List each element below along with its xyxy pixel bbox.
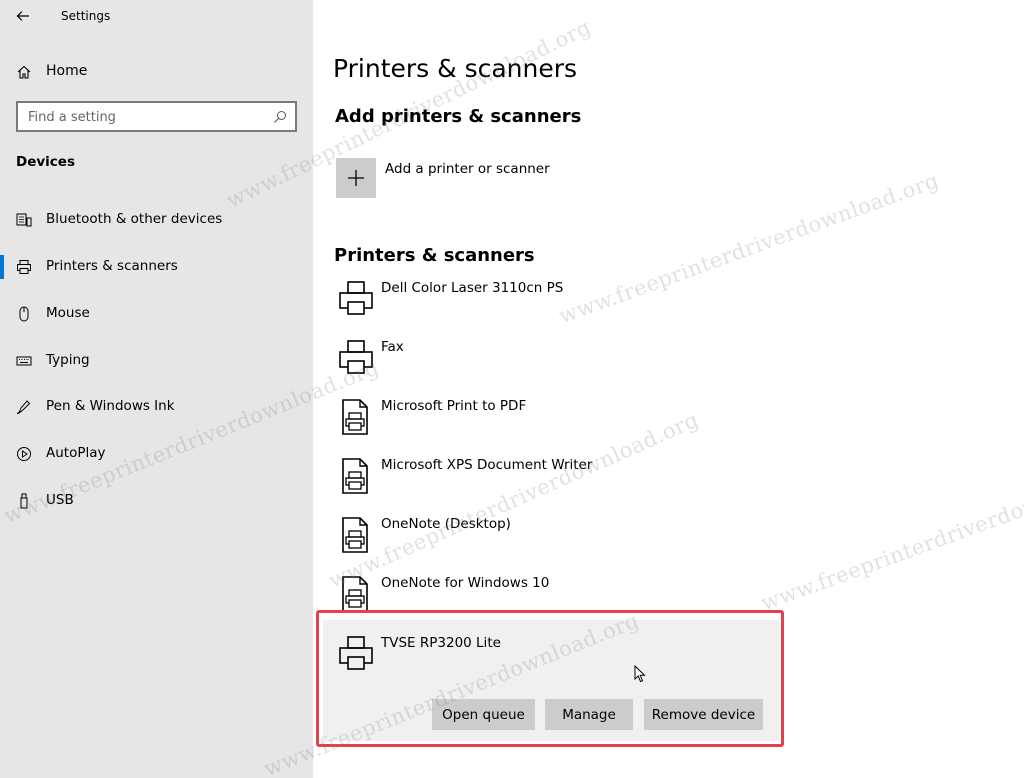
document-printer-icon: [342, 576, 368, 612]
title-bar: Settings: [0, 0, 313, 32]
sidebar-item-autoplay[interactable]: AutoPlay: [0, 436, 313, 472]
printer-name: Fax: [381, 339, 404, 355]
page-title: Printers & scanners: [333, 54, 578, 83]
printer-icon: [17, 260, 31, 274]
printer-icon: [339, 636, 373, 670]
printer-icon: [339, 281, 373, 315]
document-printer-icon: [342, 399, 368, 435]
add-tile[interactable]: [336, 158, 376, 198]
section-heading-devices: Devices: [16, 154, 75, 170]
home-icon: [17, 65, 31, 79]
remove-device-button[interactable]: Remove device: [644, 699, 763, 730]
printer-name: OneNote for Windows 10: [381, 575, 550, 591]
printer-item[interactable]: Microsoft XPS Document Writer: [334, 457, 774, 507]
sidebar-item-label: USB: [46, 492, 74, 508]
bluetooth-devices-icon: [16, 213, 32, 227]
sidebar-item-typing[interactable]: Typing: [0, 343, 313, 379]
sidebar-item-home[interactable]: Home: [0, 56, 313, 88]
sidebar-item-bluetooth[interactable]: Bluetooth & other devices: [0, 202, 313, 238]
search-input[interactable]: [28, 108, 263, 126]
printer-item[interactable]: Dell Color Laser 3110cn PS: [334, 280, 774, 330]
printer-item-selected[interactable]: TVSE RP3200 Lite: [334, 635, 774, 685]
printer-name: Dell Color Laser 3110cn PS: [381, 280, 564, 296]
add-printer-label: Add a printer or scanner: [385, 161, 550, 177]
sidebar-item-label: Bluetooth & other devices: [46, 211, 223, 227]
add-section-title: Add printers & scanners: [335, 106, 582, 127]
pen-icon: [16, 400, 31, 415]
sidebar-item-label: Pen & Windows Ink: [46, 398, 175, 414]
printer-item[interactable]: Fax: [334, 339, 774, 389]
sidebar-item-label: Mouse: [46, 305, 90, 321]
sidebar-item-printers-scanners[interactable]: Printers & scanners: [0, 249, 313, 285]
printer-name: Microsoft Print to PDF: [381, 398, 527, 414]
sidebar-item-label: Printers & scanners: [46, 258, 178, 274]
mouse-icon: [19, 306, 29, 322]
printer-item[interactable]: OneNote (Desktop): [334, 516, 774, 566]
selection-indicator: [0, 255, 4, 279]
sidebar-item-mouse[interactable]: Mouse: [0, 296, 313, 332]
document-printer-icon: [342, 458, 368, 494]
printer-item[interactable]: Microsoft Print to PDF: [334, 398, 774, 448]
plus-icon: [348, 170, 364, 186]
back-arrow-icon: [16, 11, 29, 21]
autoplay-icon: [17, 447, 31, 461]
printers-list-title: Printers & scanners: [334, 245, 535, 266]
main-content: Printers & scanners Add printers & scann…: [313, 0, 1024, 778]
sidebar-item-label: Home: [46, 63, 88, 79]
printer-name: TVSE RP3200 Lite: [381, 635, 501, 651]
search-box[interactable]: [16, 101, 297, 132]
mouse-cursor-icon: [634, 665, 646, 683]
printer-item[interactable]: OneNote for Windows 10: [334, 575, 774, 625]
app-title: Settings: [61, 9, 111, 23]
usb-icon: [20, 493, 28, 509]
printer-icon: [339, 340, 373, 374]
sidebar-item-pen-ink[interactable]: Pen & Windows Ink: [0, 389, 313, 425]
sidebar: Settings Home Devices Bluetooth & other …: [0, 0, 313, 778]
open-queue-button[interactable]: Open queue: [432, 699, 535, 730]
printer-name: OneNote (Desktop): [381, 516, 511, 532]
sidebar-item-usb[interactable]: USB: [0, 483, 313, 519]
manage-button[interactable]: Manage: [545, 699, 633, 730]
add-printer-button[interactable]: Add a printer or scanner: [336, 158, 636, 198]
sidebar-item-label: Typing: [46, 352, 90, 368]
search-icon[interactable]: [273, 110, 287, 124]
printer-name: Microsoft XPS Document Writer: [381, 457, 593, 473]
sidebar-item-label: AutoPlay: [46, 445, 106, 461]
back-button[interactable]: [10, 4, 36, 28]
document-printer-icon: [342, 517, 368, 553]
keyboard-icon: [16, 356, 32, 366]
